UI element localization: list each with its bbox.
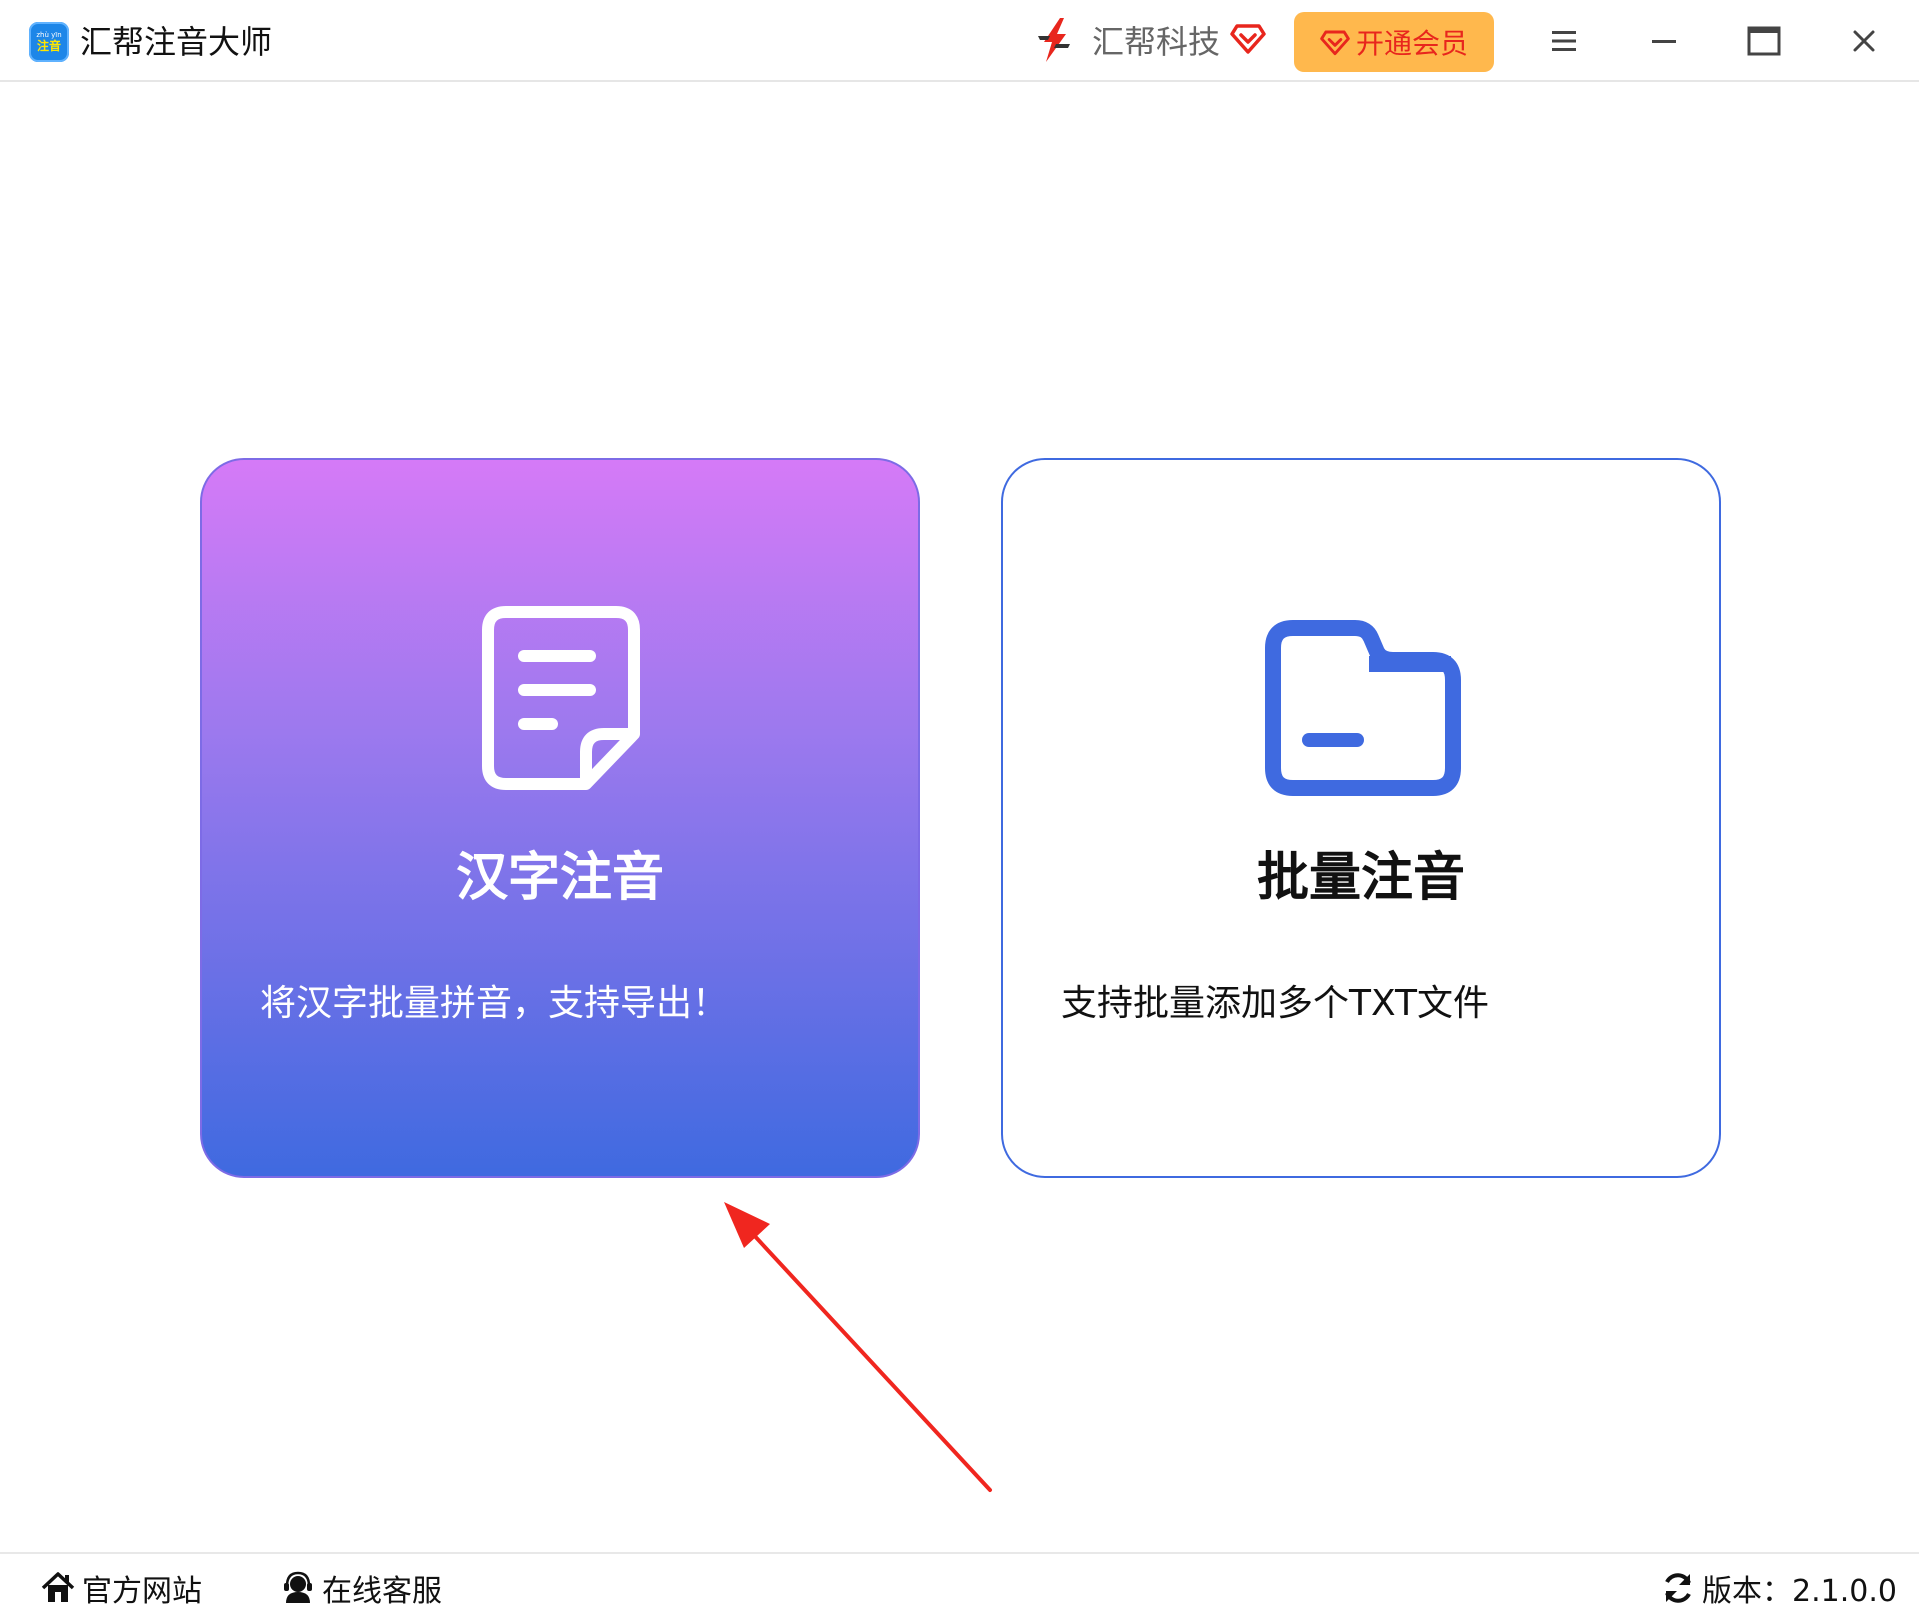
folder-icon <box>1265 620 1461 796</box>
brand-name: 汇帮科技 <box>1092 23 1221 61</box>
brand-logo-icon <box>1038 18 1070 62</box>
minimize-icon[interactable] <box>1641 18 1687 64</box>
official-website-link[interactable]: 官方网站 <box>40 1554 202 1621</box>
refresh-icon <box>1665 1572 1691 1603</box>
version-label: 版本：2.1.0.0 <box>1702 1573 1897 1609</box>
vip-button-label: 开通会员 <box>1355 27 1468 60</box>
hanzi-zhuyin-card[interactable]: 汉字注音 将汉字批量拼音，支持导出！ <box>200 458 920 1178</box>
document-icon <box>482 606 640 790</box>
batch-zhuyin-card[interactable]: 批量注音 支持批量添加多个TXT文件 <box>1001 458 1721 1178</box>
title-bar: zhù yīn 注音 汇帮注音大师 汇帮科技 开通会员 <box>0 0 1919 82</box>
vip-diamond-icon <box>1320 30 1350 56</box>
home-icon <box>41 1571 75 1602</box>
open-vip-button[interactable]: 开通会员 <box>1294 12 1494 72</box>
card-description: 将汉字批量拼音，支持导出！ <box>260 983 729 1024</box>
maximize-icon[interactable] <box>1741 18 1787 64</box>
version-info: 版本：2.1.0.0 <box>1660 1554 1897 1621</box>
card-description: 支持批量添加多个TXT文件 <box>1061 983 1490 1024</box>
card-title: 汉字注音 <box>455 848 664 908</box>
app-logo: zhù yīn 注音 <box>29 22 69 62</box>
app-logo-pinyin: zhù yīn <box>36 31 62 39</box>
online-service-label: 在线客服 <box>322 1573 442 1609</box>
menu-icon[interactable] <box>1541 18 1587 64</box>
official-website-label: 官方网站 <box>82 1573 202 1609</box>
online-service-link[interactable]: 在线客服 <box>280 1554 442 1621</box>
app-logo-text: 注音 <box>36 39 61 53</box>
customer-service-icon <box>284 1571 312 1603</box>
diamond-icon[interactable] <box>1230 20 1266 56</box>
app-title: 汇帮注音大师 <box>80 23 273 61</box>
card-title: 批量注音 <box>1256 848 1465 908</box>
close-icon[interactable] <box>1841 18 1887 64</box>
status-bar: 官方网站 在线客服 版本：2.1.0.0 <box>0 1552 1919 1619</box>
